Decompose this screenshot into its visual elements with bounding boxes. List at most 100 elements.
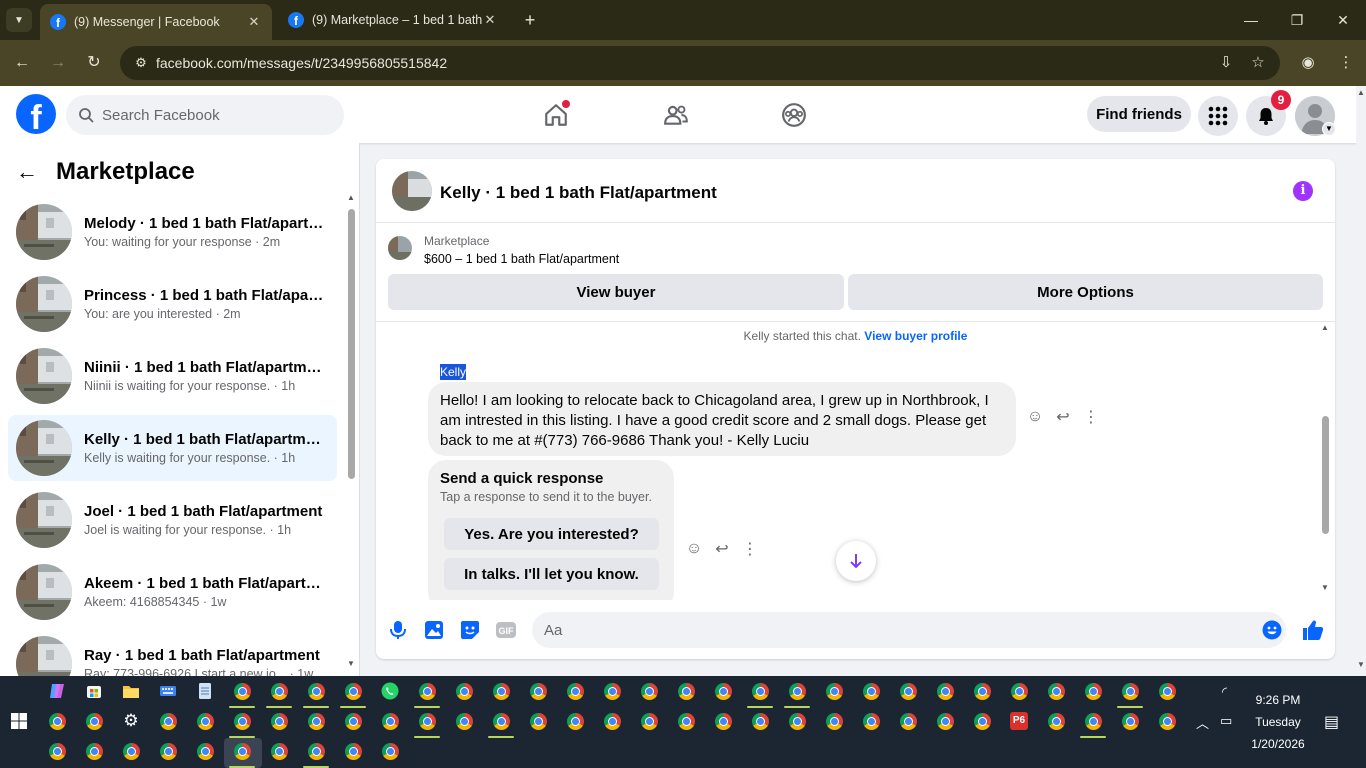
conversation-item[interactable]: Kelly · 1 bed 1 bath Flat/apartment Kelly… bbox=[8, 415, 337, 481]
copilot-icon[interactable] bbox=[46, 680, 68, 702]
chrome-window-icon[interactable] bbox=[268, 680, 290, 702]
chrome-window-icon[interactable] bbox=[1156, 710, 1178, 732]
windows-start-icon[interactable] bbox=[8, 710, 30, 732]
chrome-window-icon[interactable] bbox=[231, 740, 253, 762]
browser-tab-marketplace[interactable]: f (9) Marketplace – 1 bed 1 bath ✕ bbox=[278, 4, 508, 36]
chrome-window-icon[interactable] bbox=[46, 710, 68, 732]
conversation-item[interactable]: Niinii · 1 bed 1 bath Flat/apartment Niin… bbox=[8, 343, 337, 409]
chrome-window-icon[interactable] bbox=[527, 710, 549, 732]
chrome-window-icon[interactable] bbox=[305, 710, 327, 732]
chrome-window-icon[interactable] bbox=[305, 680, 327, 702]
chrome-window-icon[interactable] bbox=[860, 710, 882, 732]
chrome-window-icon[interactable] bbox=[453, 710, 475, 732]
restore-icon[interactable]: ❐ bbox=[1282, 8, 1312, 32]
chrome-window-icon[interactable] bbox=[194, 710, 216, 732]
groups-nav-icon[interactable] bbox=[774, 96, 814, 134]
info-icon[interactable]: i bbox=[1293, 181, 1313, 201]
quick-reply-button[interactable]: Yes. Are you interested? bbox=[444, 518, 659, 550]
chrome-window-icon[interactable] bbox=[675, 710, 697, 732]
reply-icon[interactable]: ↩ bbox=[708, 539, 736, 559]
chrome-window-icon[interactable] bbox=[971, 680, 993, 702]
chrome-window-icon[interactable] bbox=[194, 740, 216, 762]
conversation-item[interactable]: Princess · 1 bed 1 bath Flat/apartment Yo… bbox=[8, 271, 337, 337]
listing-title[interactable]: $600 – 1 bed 1 bath Flat/apartment bbox=[424, 252, 619, 266]
chrome-window-icon[interactable] bbox=[305, 740, 327, 762]
view-buyer-profile-link[interactable]: View buyer profile bbox=[864, 329, 967, 343]
incoming-message-bubble[interactable]: Hello! I am looking to relocate back to … bbox=[428, 382, 1016, 456]
chrome-window-icon[interactable] bbox=[1045, 680, 1067, 702]
site-settings-icon[interactable]: ⚙ bbox=[126, 55, 156, 71]
bookmark-star-icon[interactable]: ☆ bbox=[1246, 51, 1270, 75]
listing-thumbnail[interactable] bbox=[388, 236, 412, 260]
install-app-icon[interactable]: ⇩ bbox=[1214, 51, 1238, 75]
window-close-icon[interactable]: ✕ bbox=[1328, 8, 1358, 32]
browser-menu-icon[interactable]: ⋮ bbox=[1334, 51, 1358, 75]
conversation-item[interactable]: Akeem · 1 bed 1 bath Flat/apartment Akeem… bbox=[8, 559, 337, 625]
chrome-window-icon[interactable] bbox=[490, 710, 512, 732]
microphone-icon[interactable] bbox=[386, 618, 410, 642]
search-input[interactable] bbox=[102, 106, 322, 124]
p6-app-icon[interactable]: P6 bbox=[1008, 710, 1030, 732]
wifi-icon[interactable]: ◜ bbox=[1222, 684, 1227, 700]
chrome-window-icon[interactable] bbox=[83, 740, 105, 762]
whatsapp-icon[interactable] bbox=[379, 680, 401, 702]
chrome-window-icon[interactable] bbox=[1156, 680, 1178, 702]
url-text[interactable]: facebook.com/messages/t/2349956805515842 bbox=[156, 55, 1280, 71]
sticker-icon[interactable] bbox=[458, 618, 482, 642]
scroll-up-arrow-icon[interactable]: ▲ bbox=[347, 193, 357, 202]
react-smiley-icon[interactable]: ☺ bbox=[680, 540, 708, 558]
chrome-window-icon[interactable] bbox=[601, 680, 623, 702]
chrome-window-icon[interactable] bbox=[564, 710, 586, 732]
tab-search-chevron-icon[interactable]: ▼ bbox=[6, 8, 32, 32]
chrome-window-icon[interactable] bbox=[1119, 710, 1141, 732]
chrome-window-icon[interactable] bbox=[712, 710, 734, 732]
more-vertical-icon[interactable]: ⋮ bbox=[736, 539, 764, 559]
chat-title[interactable]: Kelly · 1 bed 1 bath Flat/apartment bbox=[440, 183, 717, 203]
chrome-window-icon[interactable] bbox=[823, 680, 845, 702]
chrome-window-icon[interactable] bbox=[1082, 680, 1104, 702]
back-arrow-icon[interactable]: ← bbox=[16, 159, 48, 185]
home-nav-icon[interactable] bbox=[536, 96, 576, 134]
chrome-window-icon[interactable] bbox=[157, 710, 179, 732]
chrome-window-icon[interactable] bbox=[342, 680, 364, 702]
message-input[interactable] bbox=[532, 612, 1286, 648]
photo-gallery-icon[interactable] bbox=[422, 618, 446, 642]
chat-listing-avatar[interactable] bbox=[392, 171, 432, 211]
conversation-item[interactable]: Ray · 1 bed 1 bath Flat/apartment Ray: 77… bbox=[8, 631, 337, 676]
reply-icon[interactable]: ↩ bbox=[1049, 407, 1077, 427]
battery-icon[interactable]: ▭ bbox=[1220, 713, 1232, 729]
chrome-window-icon[interactable] bbox=[1082, 710, 1104, 732]
account-chevron-down-icon[interactable]: ▼ bbox=[1322, 122, 1336, 136]
reload-icon[interactable]: ↻ bbox=[82, 51, 106, 75]
search-box[interactable] bbox=[66, 95, 344, 135]
emoji-icon[interactable] bbox=[1262, 620, 1282, 640]
chrome-window-icon[interactable] bbox=[1008, 680, 1030, 702]
chrome-window-icon[interactable] bbox=[268, 710, 290, 732]
scrollbar-thumb[interactable] bbox=[348, 209, 355, 479]
page-scrollbar[interactable]: ▲ ▼ bbox=[1356, 86, 1366, 676]
chrome-window-icon[interactable] bbox=[379, 710, 401, 732]
chrome-window-icon[interactable] bbox=[268, 740, 290, 762]
scrollbar-thumb[interactable] bbox=[1322, 416, 1329, 534]
chrome-window-icon[interactable] bbox=[749, 710, 771, 732]
clock-time[interactable]: 9:26 PM bbox=[1236, 693, 1320, 707]
more-vertical-icon[interactable]: ⋮ bbox=[1077, 407, 1105, 427]
chrome-window-icon[interactable] bbox=[379, 740, 401, 762]
tab-close-icon[interactable]: ✕ bbox=[482, 12, 498, 28]
clock-day[interactable]: Tuesday bbox=[1236, 715, 1320, 729]
chrome-window-icon[interactable] bbox=[786, 680, 808, 702]
chrome-window-icon[interactable] bbox=[712, 680, 734, 702]
browser-tab-messenger[interactable]: f (9) Messenger | Facebook ✕ bbox=[40, 4, 272, 40]
clock-date[interactable]: 1/20/2026 bbox=[1236, 737, 1320, 751]
chrome-window-icon[interactable] bbox=[749, 680, 771, 702]
tab-close-icon[interactable]: ✕ bbox=[246, 14, 262, 30]
view-buyer-button[interactable]: View buyer bbox=[388, 274, 844, 310]
chat-scrollbar[interactable]: ▲ ▼ bbox=[1320, 323, 1330, 595]
conversation-item[interactable]: Melody · 1 bed 1 bath Flat/apartment You:… bbox=[8, 199, 337, 265]
chrome-window-icon[interactable] bbox=[897, 680, 919, 702]
quick-reply-button[interactable]: In talks. I'll let you know. bbox=[444, 558, 659, 590]
chrome-window-icon[interactable] bbox=[416, 680, 438, 702]
message-thread[interactable]: Kelly started this chat. View buyer prof… bbox=[376, 323, 1335, 600]
react-smiley-icon[interactable]: ☺ bbox=[1021, 408, 1049, 426]
keyboard-app-icon[interactable] bbox=[157, 680, 179, 702]
